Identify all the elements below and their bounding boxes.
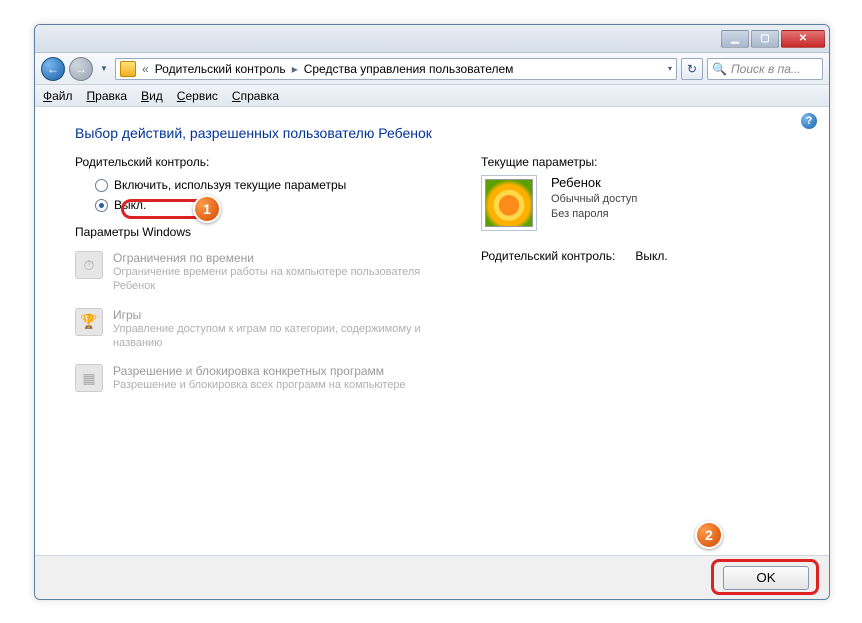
menu-view[interactable]: Вид xyxy=(141,89,163,103)
setting-time-desc: Ограничение времени работы на компьютере… xyxy=(113,265,445,294)
avatar xyxy=(481,175,537,231)
search-box[interactable]: 🔍 Поиск в па... xyxy=(707,58,823,80)
page-title: Выбор действий, разрешенных пользователю… xyxy=(75,125,799,141)
footer: OK 2 xyxy=(35,555,829,599)
user-access: Обычный доступ xyxy=(551,192,637,207)
pc-status-label: Родительский контроль: xyxy=(481,249,615,263)
refresh-button[interactable]: ↻ xyxy=(681,58,703,80)
user-password: Без пароля xyxy=(551,207,637,222)
help-icon[interactable]: ? xyxy=(801,113,817,129)
menubar: Файл Правка Вид Сервис Справка xyxy=(35,85,829,107)
parental-control-status-row: Родительский контроль: Выкл. xyxy=(481,249,799,263)
setting-games-title: Игры xyxy=(113,308,445,322)
setting-games: 🏆 Игры Управление доступом к играм по ка… xyxy=(75,304,445,361)
window: ▁ ▢ ✕ ← → ▼ « Родительский контроль ▸ Ср… xyxy=(34,24,830,600)
user-name: Ребенок xyxy=(551,175,637,190)
menu-tools[interactable]: Сервис xyxy=(177,89,218,103)
minimize-button[interactable]: ▁ xyxy=(721,30,749,48)
setting-programs: ▦ Разрешение и блокировка конкретных про… xyxy=(75,360,445,402)
menu-help[interactable]: Справка xyxy=(232,89,279,103)
refresh-icon: ↻ xyxy=(687,62,697,76)
address-bar[interactable]: « Родительский контроль ▸ Средства управ… xyxy=(115,58,677,80)
windows-params-header: Параметры Windows xyxy=(75,225,445,239)
menu-file[interactable]: Файл xyxy=(43,89,73,103)
setting-time-title: Ограничения по времени xyxy=(113,251,445,265)
titlebar: ▁ ▢ ✕ xyxy=(35,25,829,53)
trophy-icon: 🏆 xyxy=(75,308,103,336)
radio-disable-circle xyxy=(95,199,108,212)
radio-disable-label: Выкл. xyxy=(114,198,146,212)
forward-button[interactable]: → xyxy=(69,57,93,81)
parental-control-label: Родительский контроль: xyxy=(75,155,445,169)
nav-history-dropdown[interactable]: ▼ xyxy=(97,57,111,81)
breadcrumb-segment-1[interactable]: Родительский контроль xyxy=(155,62,286,76)
breadcrumb-separator: ▸ xyxy=(292,62,298,76)
address-dropdown-icon[interactable]: ▾ xyxy=(668,64,672,73)
radio-enable[interactable]: Включить, используя текущие параметры xyxy=(95,175,445,195)
setting-programs-title: Разрешение и блокировка конкретных прогр… xyxy=(113,364,406,378)
maximize-button[interactable]: ▢ xyxy=(751,30,779,48)
setting-games-desc: Управление доступом к играм по категории… xyxy=(113,322,445,351)
back-button[interactable]: ← xyxy=(41,57,65,81)
breadcrumb-segment-2[interactable]: Средства управления пользователем xyxy=(304,62,514,76)
avatar-image xyxy=(485,179,533,227)
breadcrumb-chevron: « xyxy=(142,62,149,76)
setting-time: ⏱ Ограничения по времени Ограничение вре… xyxy=(75,247,445,304)
clock-icon: ⏱ xyxy=(75,251,103,279)
pc-status-value: Выкл. xyxy=(635,249,667,263)
user-box: Ребенок Обычный доступ Без пароля xyxy=(481,175,799,231)
left-column: Родительский контроль: Включить, использ… xyxy=(75,155,445,402)
close-button[interactable]: ✕ xyxy=(781,30,825,48)
right-column: Текущие параметры: Ребенок Обычный досту… xyxy=(481,155,799,402)
navbar: ← → ▼ « Родительский контроль ▸ Средства… xyxy=(35,53,829,85)
setting-programs-desc: Разрешение и блокировка всех программ на… xyxy=(113,378,406,392)
current-params-label: Текущие параметры: xyxy=(481,155,799,169)
search-icon: 🔍 xyxy=(712,62,727,76)
content-area: ? Выбор действий, разрешенных пользовате… xyxy=(35,107,829,555)
programs-icon: ▦ xyxy=(75,364,103,392)
search-placeholder: Поиск в па... xyxy=(731,62,801,76)
ok-button[interactable]: OK xyxy=(723,566,809,590)
radio-disable[interactable]: Выкл. xyxy=(95,195,445,215)
menu-edit[interactable]: Правка xyxy=(87,89,128,103)
radio-enable-label: Включить, используя текущие параметры xyxy=(114,178,346,192)
radio-enable-circle xyxy=(95,179,108,192)
address-icon xyxy=(120,61,136,77)
